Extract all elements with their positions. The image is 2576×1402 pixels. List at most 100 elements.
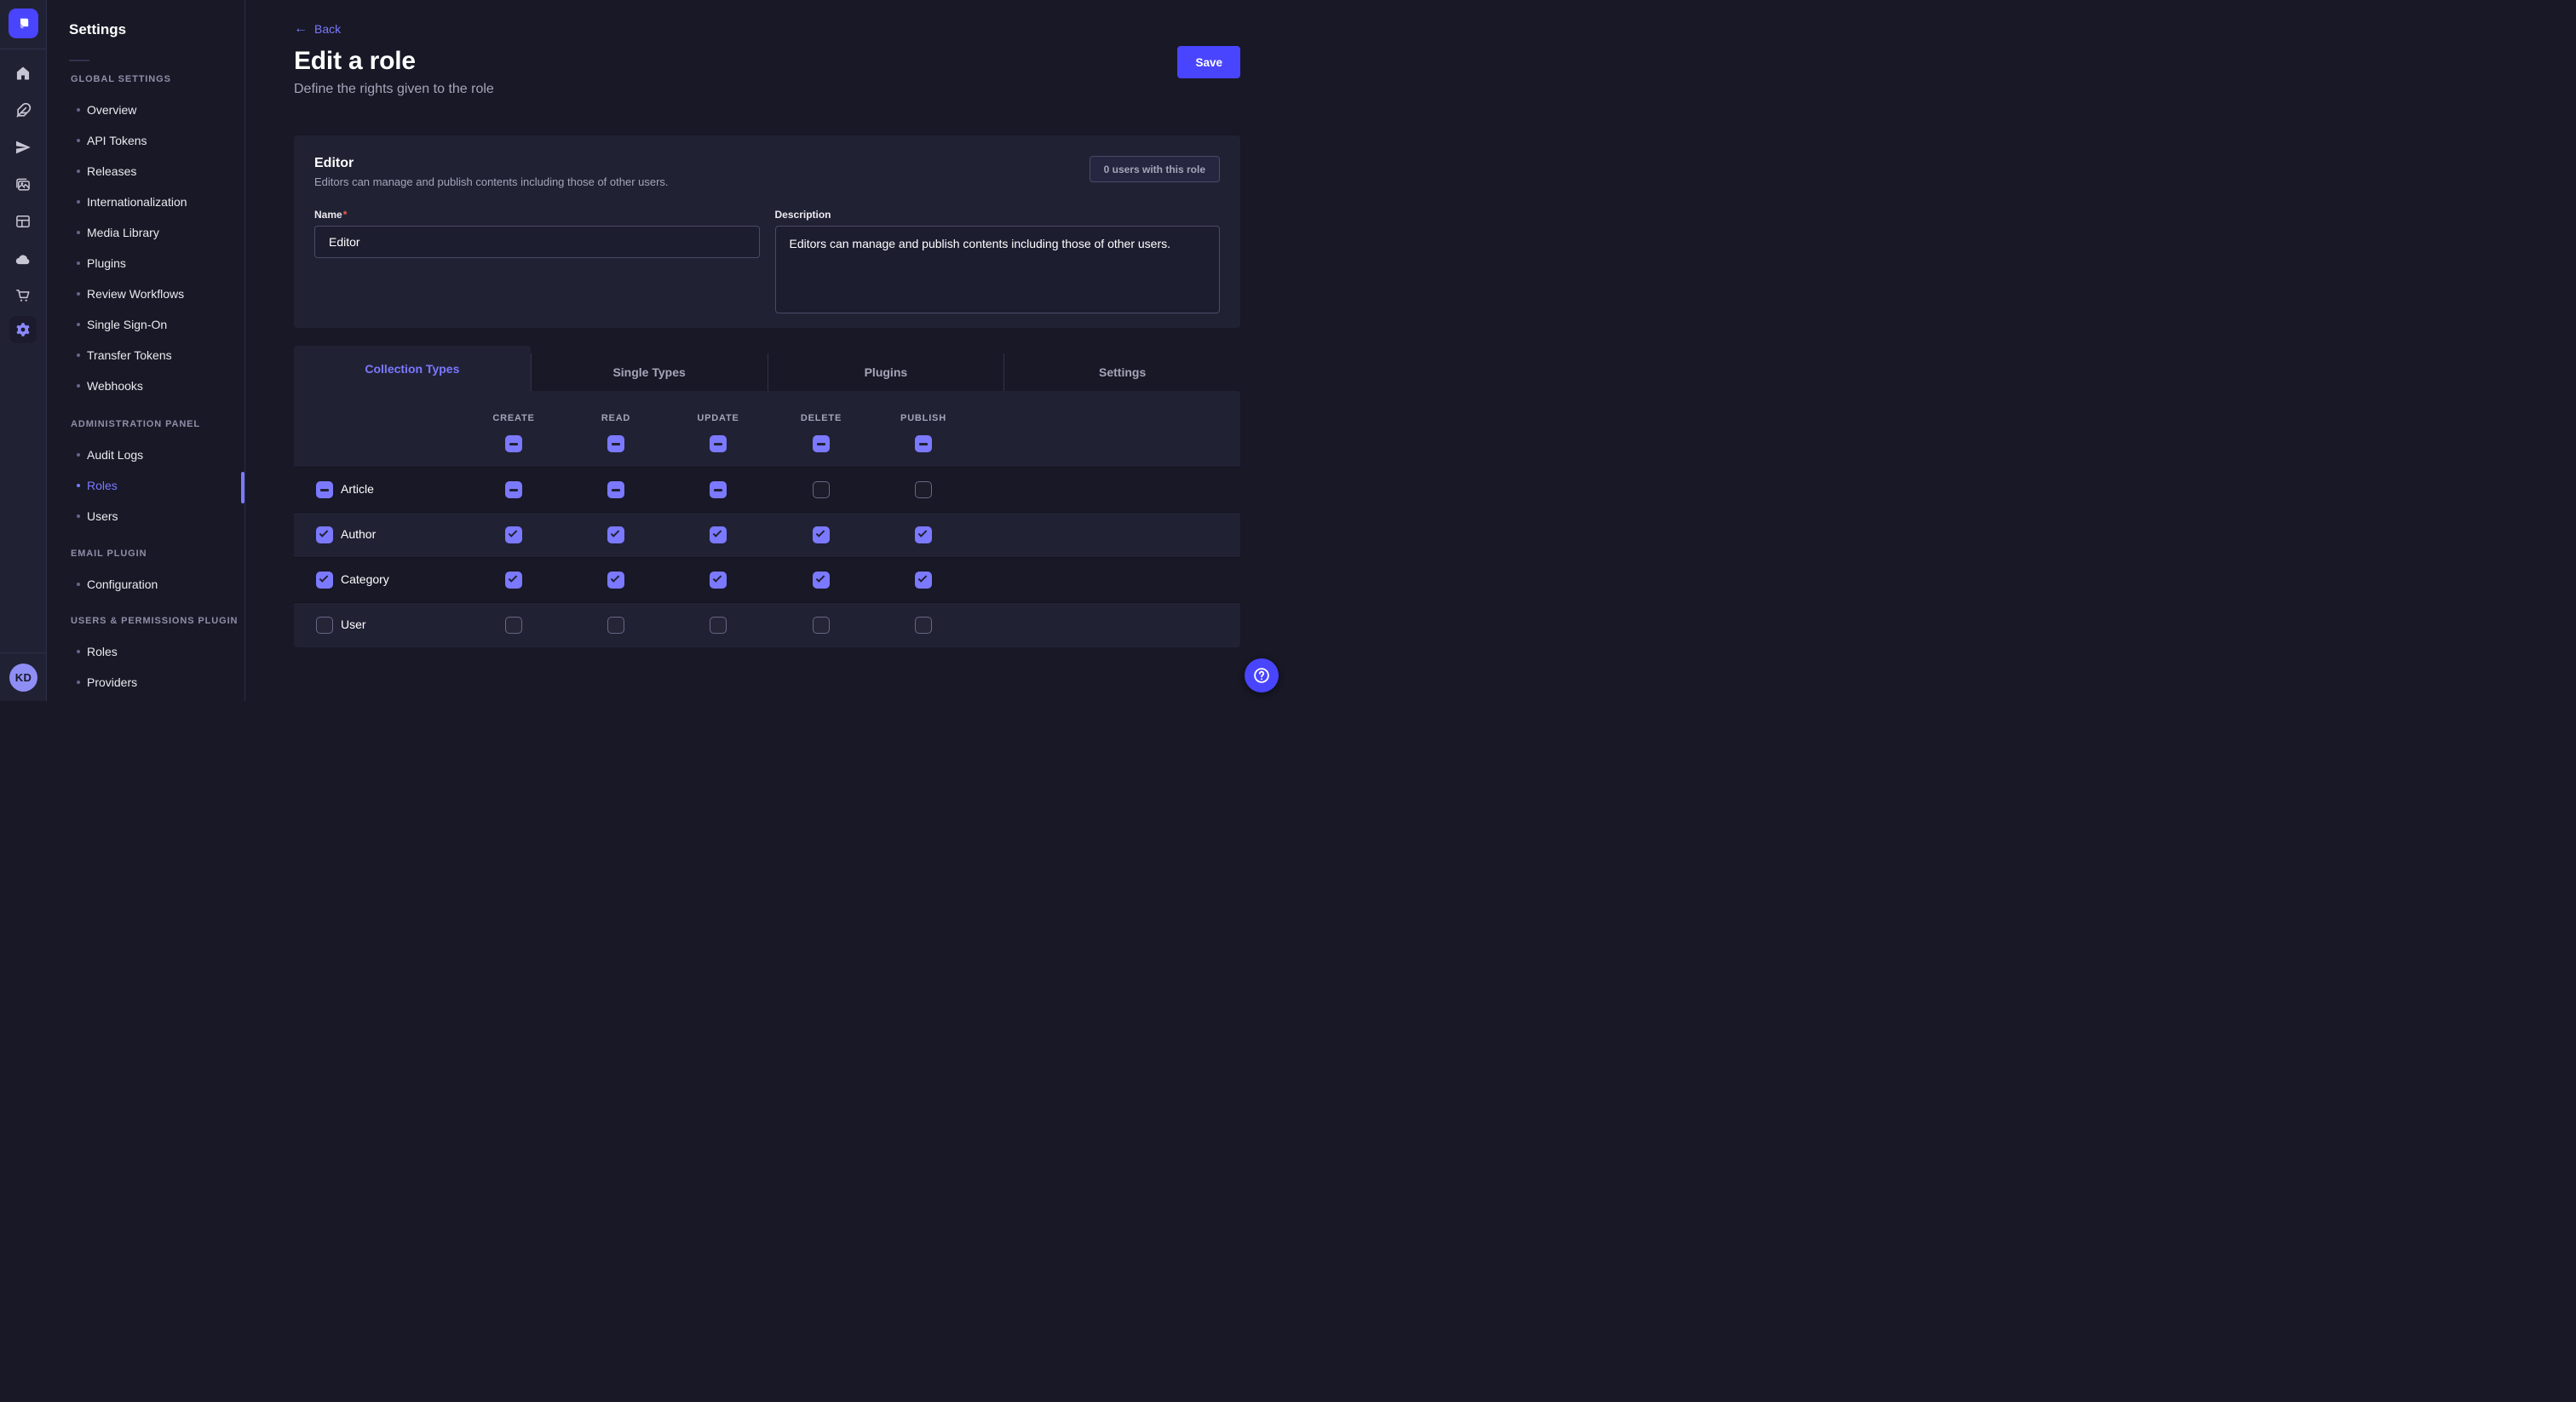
article-update-checkbox[interactable] [710, 481, 727, 498]
bullet-icon [77, 384, 80, 388]
strapi-admin-app: KD Settings GLOBAL SETTINGSOverviewAPI T… [0, 0, 1288, 701]
gear-icon[interactable] [9, 316, 37, 343]
select-all-read-checkbox[interactable] [607, 435, 624, 452]
tab-collection-types[interactable]: Collection Types [294, 346, 531, 391]
user-publish-checkbox[interactable] [915, 617, 932, 634]
subnav-item-configuration[interactable]: Configuration [47, 569, 244, 600]
strapi-logo[interactable] [9, 9, 38, 38]
author-publish-checkbox[interactable] [915, 526, 932, 543]
author-read-checkbox[interactable] [607, 526, 624, 543]
category-publish-checkbox[interactable] [915, 572, 932, 589]
article-delete-checkbox[interactable] [813, 481, 830, 498]
subnav-item-providers[interactable]: Providers [47, 667, 244, 698]
author-delete-checkbox[interactable] [813, 526, 830, 543]
check-icon [713, 573, 722, 583]
active-item-indicator [241, 472, 244, 503]
paper-plane-icon[interactable] [6, 130, 40, 164]
article-row-checkbox[interactable] [316, 481, 333, 498]
cart-icon[interactable] [6, 279, 40, 313]
subnav-item-users[interactable]: Users [47, 501, 244, 531]
user-create-checkbox[interactable] [505, 617, 522, 634]
feather-icon[interactable] [6, 94, 40, 128]
author-update-checkbox[interactable] [710, 526, 727, 543]
subnav-item-roles[interactable]: Roles [47, 470, 244, 501]
select-all-update-checkbox[interactable] [710, 435, 727, 452]
tab-plugins[interactable]: Plugins [768, 353, 1004, 391]
bullet-icon [77, 453, 80, 457]
subnav-item-media-library[interactable]: Media Library [47, 217, 244, 248]
save-button[interactable]: Save [1177, 46, 1240, 78]
role-details-card: Editor Editors can manage and publish co… [294, 135, 1240, 328]
role-title: Editor [314, 156, 1220, 171]
tab-settings[interactable]: Settings [1003, 353, 1240, 391]
tab-single-types[interactable]: Single Types [531, 353, 768, 391]
name-field-group: Name* [314, 209, 760, 318]
help-circle-icon [1252, 666, 1271, 685]
subnav-item-roles[interactable]: Roles [47, 636, 244, 667]
images-icon[interactable] [6, 168, 40, 202]
subnav-item-internationalization[interactable]: Internationalization [47, 187, 244, 217]
category-row-checkbox[interactable] [316, 572, 333, 589]
permission-row-author: Author [294, 512, 1240, 557]
article-publish-checkbox[interactable] [915, 481, 932, 498]
cloud-icon[interactable] [6, 242, 40, 276]
check-icon [319, 528, 329, 537]
layout-icon[interactable] [6, 204, 40, 238]
select-all-create-checkbox[interactable] [505, 435, 522, 452]
role-description-textarea[interactable] [775, 226, 1221, 313]
dash-icon [817, 443, 825, 445]
back-label: Back [314, 22, 341, 36]
author-create-checkbox[interactable] [505, 526, 522, 543]
subnav-item-audit-logs[interactable]: Audit Logs [47, 440, 244, 470]
article-create-checkbox[interactable] [505, 481, 522, 498]
subnav-item-webhooks[interactable]: Webhooks [47, 371, 244, 401]
bullet-icon [77, 353, 80, 357]
home-icon[interactable] [6, 56, 40, 90]
bullet-icon [77, 323, 80, 326]
role-name-input[interactable] [314, 226, 760, 258]
column-header-publish: PUBLISH [900, 413, 946, 423]
section-label: USERS & PERMISSIONS PLUGIN [47, 606, 244, 636]
subnav-item-review-workflows[interactable]: Review Workflows [47, 279, 244, 309]
subnav-title: Settings [69, 21, 126, 38]
role-summary: Editors can manage and publish contents … [314, 175, 1220, 188]
category-update-checkbox[interactable] [710, 572, 727, 589]
category-delete-checkbox[interactable] [813, 572, 830, 589]
article-read-checkbox[interactable] [607, 481, 624, 498]
select-all-delete-checkbox[interactable] [813, 435, 830, 452]
subnav-item-plugins[interactable]: Plugins [47, 248, 244, 279]
user-delete-checkbox[interactable] [813, 617, 830, 634]
check-icon [918, 573, 928, 583]
subnav-item-overview[interactable]: Overview [47, 95, 244, 125]
users-with-role-button[interactable]: 0 users with this role [1090, 156, 1220, 182]
permission-row-article: Article [294, 467, 1240, 512]
permissions-table-header: CREATEREADUPDATEDELETEPUBLISH [294, 391, 1240, 467]
subnav-item-api-tokens[interactable]: API Tokens [47, 125, 244, 156]
subnav-item-single-sign-on[interactable]: Single Sign-On [47, 309, 244, 340]
column-header-create: CREATE [492, 413, 534, 423]
author-row-checkbox[interactable] [316, 526, 333, 543]
user-update-checkbox[interactable] [710, 617, 727, 634]
select-all-publish-checkbox[interactable] [915, 435, 932, 452]
bullet-icon [77, 650, 80, 653]
help-button[interactable] [1245, 658, 1279, 692]
page-title: Edit a role [294, 47, 416, 76]
bullet-icon [77, 583, 80, 586]
subnav-item-releases[interactable]: Releases [47, 156, 244, 187]
user-row-checkbox[interactable] [316, 617, 333, 634]
category-read-checkbox[interactable] [607, 572, 624, 589]
section-label: GLOBAL SETTINGS [47, 64, 244, 95]
subnav-item-transfer-tokens[interactable]: Transfer Tokens [47, 340, 244, 371]
check-icon [509, 528, 518, 537]
section-label: ADMINISTRATION PANEL [47, 409, 244, 440]
required-asterisk: * [343, 209, 348, 221]
bullet-icon [77, 261, 80, 265]
strapi-logo-icon [15, 15, 32, 32]
row-label: Author [341, 527, 376, 541]
back-link[interactable]: ← Back [294, 22, 341, 36]
user-avatar[interactable]: KD [9, 664, 37, 692]
bullet-icon [77, 514, 80, 518]
subnav-title-rule [69, 60, 89, 61]
category-create-checkbox[interactable] [505, 572, 522, 589]
user-read-checkbox[interactable] [607, 617, 624, 634]
